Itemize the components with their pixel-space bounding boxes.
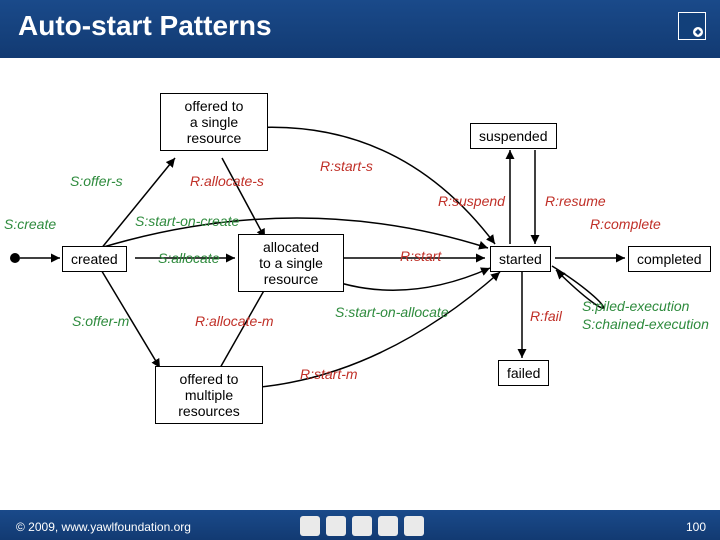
label-r-start-m: R:start-m (300, 366, 358, 382)
label-r-resume: R:resume (545, 193, 606, 209)
label-r-allocate-m: R:allocate-m (195, 313, 274, 329)
state-offered-multiple: offered tomultipleresources (155, 366, 263, 424)
label-s-start-on-create: S:start-on-create (135, 213, 239, 229)
label-s-create: S:create (4, 216, 56, 232)
label-r-suspend: R:suspend (438, 193, 505, 209)
label-s-chained-execution: S:chained-execution (582, 316, 709, 332)
state-offered-single: offered toa singleresource (160, 93, 268, 151)
footer-icons (300, 516, 424, 536)
join-icon (378, 516, 398, 536)
state-completed: completed (628, 246, 711, 272)
state-started: started (490, 246, 551, 272)
label-r-fail: R:fail (530, 308, 562, 324)
state-suspended: suspended (470, 123, 557, 149)
slide-title: Auto-start Patterns (18, 10, 272, 42)
state-diagram: offered toa singleresource suspended cre… (0, 58, 720, 478)
label-r-start-s: R:start-s (320, 158, 373, 174)
state-failed: failed (498, 360, 549, 386)
page-number: 100 (686, 520, 706, 534)
label-s-start-on-allocate: S:start-on-allocate (335, 304, 449, 320)
yawl-mark-icon (326, 516, 346, 536)
label-r-complete: R:complete (590, 216, 661, 232)
label-r-allocate-s: R:allocate-s (190, 173, 264, 189)
state-allocated-single: allocatedto a singleresource (238, 234, 344, 292)
nav-prev-icon (300, 516, 320, 536)
label-r-start: R:start (400, 248, 441, 264)
copyright-text: © 2009, www.yawlfoundation.org (16, 520, 191, 534)
label-s-piled-execution: S:piled-execution (582, 298, 689, 314)
label-s-allocate: S:allocate (158, 250, 219, 266)
split-icon (352, 516, 372, 536)
title-bar: Auto-start Patterns (0, 0, 720, 58)
state-created: created (62, 246, 127, 272)
yawl-logo-icon (678, 12, 706, 40)
footer-bar: © 2009, www.yawlfoundation.org 100 (0, 510, 720, 540)
slide: Auto-start Patterns (0, 0, 720, 540)
label-s-offer-m: S:offer-m (72, 313, 129, 329)
label-s-offer-s: S:offer-s (70, 173, 123, 189)
nav-next-icon (404, 516, 424, 536)
